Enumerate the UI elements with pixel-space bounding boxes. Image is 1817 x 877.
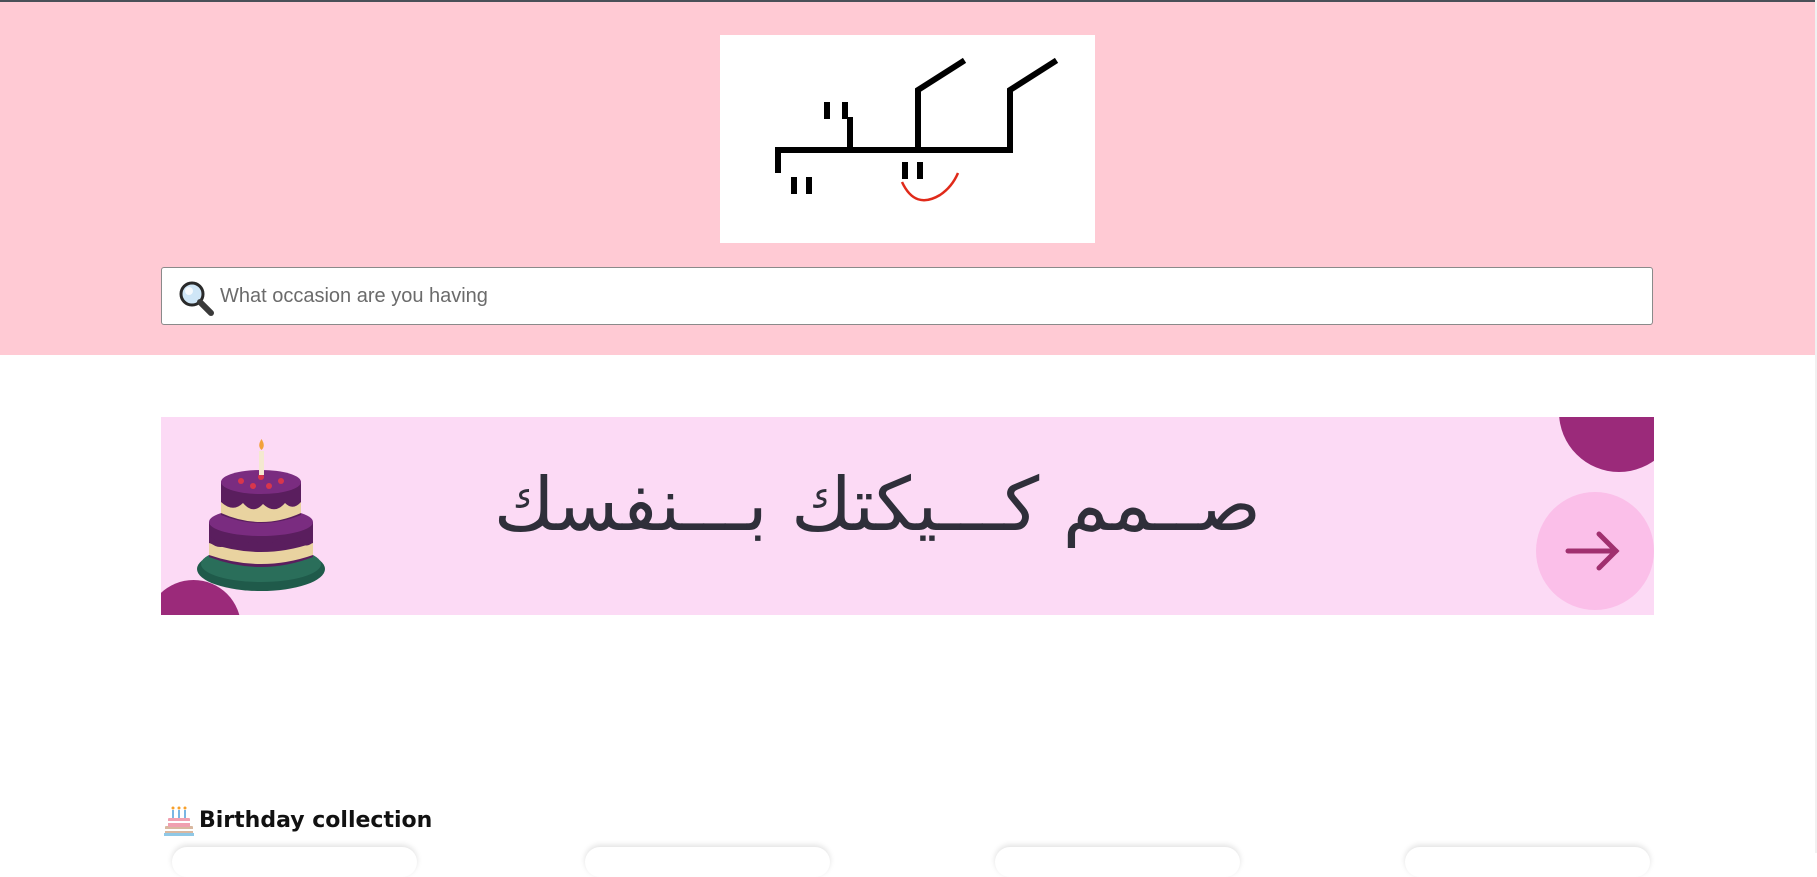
section-title-label: Birthday collection <box>199 807 433 833</box>
search-icon <box>179 281 214 316</box>
birthday-collection-heading: Birthday collection <box>161 800 432 840</box>
collection-card[interactable] <box>172 847 417 877</box>
design-your-cake-banner[interactable]: صــمم كـــيكتك بـــنفسك <box>161 417 1654 615</box>
cake-icon <box>197 439 325 591</box>
site-header <box>0 2 1817 355</box>
search-input[interactable] <box>220 276 1620 316</box>
banner-decor-circle-top <box>1559 417 1654 472</box>
collection-card[interactable] <box>1405 847 1650 877</box>
birthday-cake-icon <box>164 806 194 836</box>
arrow-right-icon <box>1565 531 1620 571</box>
logo-graphic <box>775 57 1059 202</box>
collection-card[interactable] <box>995 847 1240 877</box>
collection-card[interactable] <box>585 847 830 877</box>
banner-arrow-button[interactable] <box>1536 492 1654 610</box>
site-logo[interactable] <box>720 35 1095 243</box>
search-bar[interactable] <box>161 267 1653 325</box>
banner-title: صــمم كـــيكتك بـــنفسك <box>493 462 1261 548</box>
